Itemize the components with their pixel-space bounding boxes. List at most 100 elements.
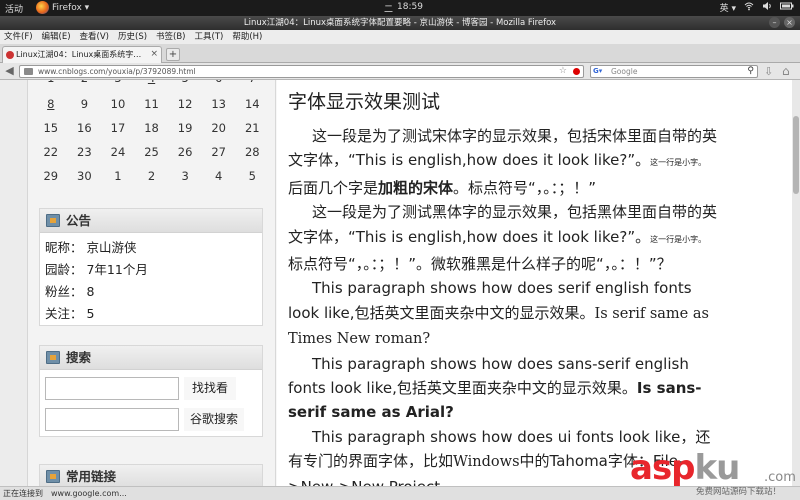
paragraph-songti: 这一段是为了测试宋体字的显示效果，包括宋体里面自带的英文字体，“This is …: [288, 124, 720, 200]
minimize-icon[interactable]: –: [769, 17, 780, 28]
menu-tools[interactable]: 工具(T): [195, 30, 224, 44]
calendar-day: 24: [110, 145, 126, 159]
calendar-row: 15 16 17 18 19 20 21: [34, 121, 269, 135]
menu-bar: 文件(F) 编辑(E) 查看(V) 历史(S) 书签(B) 工具(T) 帮助(H…: [0, 30, 800, 44]
calendar-day: 9: [80, 97, 89, 111]
network-icon[interactable]: [744, 1, 754, 14]
calendar-day: 25: [144, 145, 159, 159]
panel-title-icon: [46, 470, 60, 483]
battery-icon[interactable]: [780, 1, 794, 14]
calendar-day: 22: [43, 145, 59, 159]
blog-sidebar: 1 2 3 4 5 6 7 8 9 10 11 12 13 14 15 16 1…: [28, 80, 276, 486]
calendar-day: 30: [77, 169, 92, 183]
announcement-body: 昵称： 京山游侠 园龄： 7年11个月 粉丝： 8 关注： 5: [40, 233, 262, 329]
url-bar[interactable]: www.cnblogs.com/youxia/p/3792089.html ☆: [19, 65, 584, 78]
calendar-day: 16: [77, 121, 92, 135]
menu-edit[interactable]: 编辑(E): [42, 30, 71, 44]
panel-title-icon: [46, 214, 60, 227]
calendar-day: 29: [43, 169, 59, 183]
menu-help[interactable]: 帮助(H): [232, 30, 262, 44]
back-arrow-icon[interactable]: ◀: [2, 65, 17, 78]
calendar-row: 8 9 10 11 12 13 14: [34, 97, 269, 111]
google-search-button[interactable]: 谷歌搜索: [184, 408, 244, 431]
tab-active[interactable]: Linux江湖04：Linux桌面系统字… ×: [2, 46, 162, 63]
input-method-indicator[interactable]: 英 ▾: [720, 1, 736, 14]
calendar-day: 6: [202, 80, 236, 85]
text: 标点符号“，。：；！”。微软雅黑是什么样子的呢“，。：！”？: [288, 255, 672, 274]
clock-day: 二: [384, 5, 394, 15]
calendar-day: 28: [244, 145, 260, 159]
clock[interactable]: 二 18:59: [384, 2, 423, 15]
stop-reload-icon[interactable]: [573, 68, 580, 75]
menu-view[interactable]: 查看(V): [80, 30, 109, 44]
profile-follow[interactable]: 关注： 5: [45, 303, 257, 325]
calendar-day: 2: [147, 169, 156, 183]
menu-file[interactable]: 文件(F): [4, 30, 33, 44]
firefox-icon: [36, 1, 49, 14]
serif-text: Windows: [453, 454, 520, 471]
tab-label: Linux江湖04：Linux桌面系统字…: [16, 50, 142, 59]
paragraph-sans-serif: This paragraph shows how does sans-serif…: [288, 352, 720, 425]
favicon-icon: [6, 51, 14, 59]
text: 。标点符号“，。：；！”: [453, 178, 597, 197]
blog-search-input[interactable]: [45, 377, 179, 400]
tab-bar: Linux江湖04：Linux桌面系统字… × +: [0, 44, 800, 63]
calendar-day: 12: [177, 97, 193, 111]
tab-close-icon[interactable]: ×: [150, 47, 158, 62]
download-icon[interactable]: ⇩: [764, 65, 773, 78]
calendar-row: 29 30 1 2 3 4 5: [34, 169, 269, 183]
article-content: 字体显示效果测试 这一段是为了测试宋体字的显示效果，包括宋体里面自带的英文字体，…: [277, 80, 792, 486]
google-search-input[interactable]: [45, 408, 179, 431]
calendar-day: 1: [34, 80, 68, 85]
window-title-bar[interactable]: Linux江湖04：Linux桌面系统字体配置要略 - 京山游侠 - 博客园 -…: [0, 16, 800, 30]
search-panel: 搜索 找找看 谷歌搜索: [39, 345, 263, 437]
clock-time: 18:59: [397, 2, 423, 12]
volume-icon[interactable]: [762, 1, 772, 14]
announcement-panel: 公告 昵称： 京山游侠 园龄： 7年11个月 粉丝： 8 关注： 5: [39, 208, 263, 326]
home-icon[interactable]: ⌂: [782, 64, 790, 78]
scrollbar-thumb[interactable]: [793, 116, 799, 194]
calendar-day: 4: [215, 169, 223, 183]
calendar-day: 7: [235, 80, 269, 85]
bookmark-star-icon[interactable]: ☆: [559, 66, 567, 77]
calendar-day: 1: [114, 169, 122, 183]
profile-fans[interactable]: 粉丝： 8: [45, 281, 257, 303]
paragraph-serif: This paragraph shows how does serif engl…: [288, 276, 720, 351]
links-header: 常用链接: [40, 465, 262, 486]
calendar-day: 23: [77, 145, 92, 159]
calendar-day-link[interactable]: 4: [135, 80, 169, 85]
status-url: www.google.com...: [51, 489, 127, 498]
activities-button[interactable]: 活动: [5, 2, 23, 15]
menu-history[interactable]: 历史(S): [118, 30, 147, 44]
calendar-day: 19: [177, 121, 193, 135]
navigation-bar: ◀ www.cnblogs.com/youxia/p/3792089.html …: [0, 63, 800, 80]
calendar-day-link[interactable]: 8: [34, 97, 68, 111]
menu-bookmarks[interactable]: 书签(B): [156, 30, 185, 44]
calendar-day: 14: [244, 97, 260, 111]
google-icon[interactable]: G▾: [593, 67, 607, 76]
new-tab-button[interactable]: +: [166, 48, 180, 61]
url-text: www.cnblogs.com/youxia/p/3792089.html: [38, 67, 196, 76]
calendar-day: 26: [177, 145, 193, 159]
announcement-header: 公告: [40, 209, 262, 233]
calendar-day: 15: [43, 121, 59, 135]
find-button[interactable]: 找找看: [184, 377, 236, 400]
vertical-scrollbar[interactable]: [792, 80, 800, 486]
search-bar[interactable]: G▾ Google ⚲: [590, 65, 758, 78]
close-icon[interactable]: ×: [784, 17, 795, 28]
calendar-day: 27: [211, 145, 226, 159]
calendar-day: 17: [110, 121, 126, 135]
search-magnifier-icon[interactable]: ⚲: [747, 66, 754, 77]
profile-nickname[interactable]: 昵称： 京山游侠: [45, 237, 257, 259]
calendar-day: 18: [144, 121, 159, 135]
calendar-day: 2: [68, 80, 102, 85]
window-title: Linux江湖04：Linux桌面系统字体配置要略 - 京山游侠 - 博客园 -…: [243, 18, 557, 28]
calendar-day: 10: [110, 97, 126, 111]
site-identity-icon[interactable]: [24, 68, 33, 75]
search-placeholder: Google: [611, 67, 638, 76]
paragraph-heiti: 这一段是为了测试黑体字的显示效果，包括黑体里面自带的英文字体，“This is …: [288, 200, 720, 276]
app-menu[interactable]: Firefox ▾: [36, 1, 89, 14]
bold-text: 加粗的宋体: [378, 178, 454, 197]
calendar-day: 20: [211, 121, 226, 135]
profile-age[interactable]: 园龄： 7年11个月: [45, 259, 257, 281]
